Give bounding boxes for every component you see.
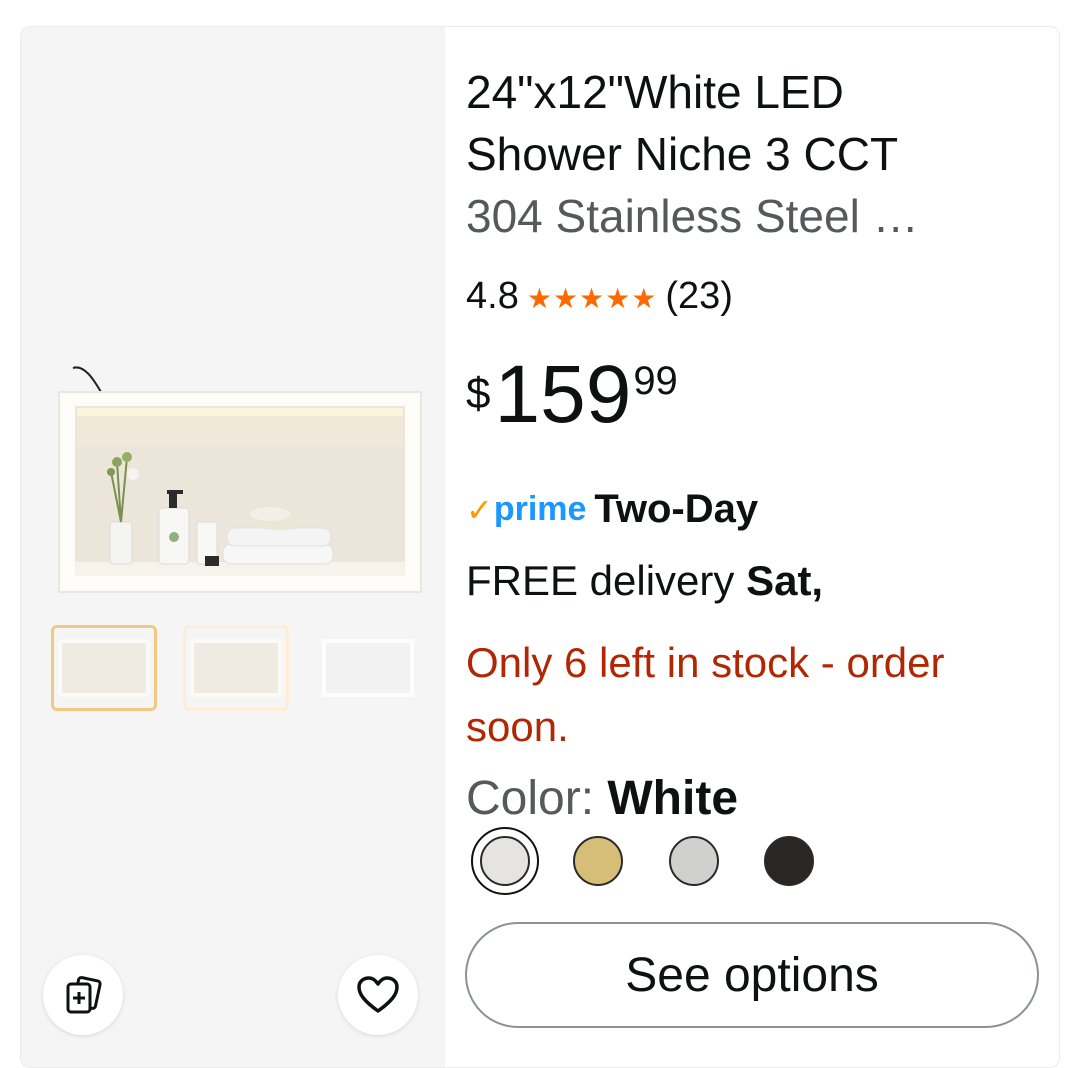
delivery-day: Sat, bbox=[746, 557, 824, 604]
delivery-prefix: FREE delivery bbox=[466, 557, 747, 604]
see-options-button[interactable]: See options bbox=[465, 922, 1039, 1028]
prime-badge: ✓ prime Two-Day bbox=[466, 487, 758, 532]
stock-status: Only 6 left in stock - order soon. bbox=[466, 639, 945, 750]
star-icon: ★ bbox=[631, 282, 657, 314]
prime-check-icon: ✓ bbox=[466, 491, 493, 528]
price: $ 159 99 bbox=[466, 345, 678, 445]
heart-icon bbox=[357, 976, 399, 1013]
price-symbol: $ bbox=[466, 369, 491, 418]
star-icon: ★ bbox=[552, 282, 579, 314]
thumbnail-3[interactable] bbox=[315, 625, 421, 711]
compare-button[interactable] bbox=[43, 955, 123, 1035]
color-label: Color: bbox=[466, 772, 608, 825]
price-whole: 159 bbox=[494, 349, 632, 440]
compare-add-icon bbox=[66, 976, 102, 1014]
prime-speed: Two-Day bbox=[594, 487, 759, 531]
product-main-image[interactable] bbox=[55, 362, 425, 602]
product-image-panel bbox=[21, 27, 445, 1067]
product-card[interactable]: 24"x12"White LED Shower Niche 3 CCT 304 … bbox=[20, 26, 1060, 1068]
prime-logo: ✓ prime bbox=[466, 490, 586, 529]
wishlist-button[interactable] bbox=[338, 955, 418, 1035]
star-rating: ★ ★ ★ ★ ★ bbox=[526, 282, 658, 314]
product-subtitle[interactable]: 304 Stainless Steel … bbox=[466, 185, 919, 247]
product-title: 24"x12"White LED Shower Niche 3 CCT bbox=[466, 66, 899, 176]
swatch-silver[interactable] bbox=[669, 836, 719, 886]
delivery-info: FREE delivery Sat, bbox=[466, 557, 823, 605]
rating-row[interactable]: 4.8 ★ ★ ★ ★ ★ (23) bbox=[466, 275, 733, 318]
swatch-white[interactable] bbox=[480, 836, 530, 886]
swatch-gold[interactable] bbox=[573, 836, 623, 886]
color-selection: Color: White bbox=[466, 771, 738, 826]
thumbnail-2[interactable] bbox=[183, 625, 289, 711]
prime-logo-text: prime bbox=[493, 490, 587, 528]
color-value: White bbox=[607, 772, 739, 825]
star-icon: ★ bbox=[579, 282, 605, 314]
rating-value: 4.8 bbox=[466, 275, 519, 317]
thumbnail-1[interactable] bbox=[51, 625, 157, 711]
star-icon: ★ bbox=[526, 282, 552, 314]
swatch-black[interactable] bbox=[764, 836, 814, 886]
product-title-link[interactable]: 24"x12"White LED Shower Niche 3 CCT bbox=[466, 61, 1026, 176]
star-icon: ★ bbox=[605, 282, 631, 314]
review-count[interactable]: (23) bbox=[665, 275, 733, 318]
price-fraction: 99 bbox=[633, 359, 678, 403]
